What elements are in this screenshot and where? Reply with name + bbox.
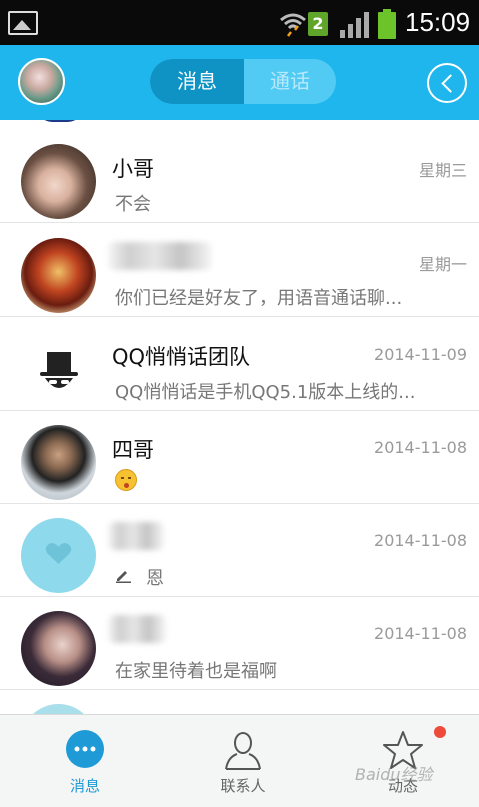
- contacts-icon: [225, 732, 261, 770]
- boy-avatar: [21, 611, 96, 686]
- chat-bubble-icon: [66, 730, 104, 768]
- man-avatar: [21, 425, 96, 500]
- grin-emoji: [115, 469, 137, 491]
- message-time: 星期一: [418, 255, 467, 274]
- heart-icon: [45, 543, 72, 564]
- message-time: 2014-11-09: [374, 345, 467, 364]
- conversation-list[interactable]: 小哥 星期三 不会 星期一 你们已经是好友了，用语音通话聊... QQ悄悄话团队…: [0, 120, 479, 714]
- wifi-icon: [280, 13, 306, 37]
- blurred-contact-name: [108, 522, 164, 550]
- message-preview: QQ悄悄话是手机QQ5.1版本上线的...: [115, 382, 416, 403]
- my-avatar[interactable]: [18, 58, 65, 105]
- message-preview: 不会: [115, 194, 151, 215]
- bottom-tab-bar: 消息 联系人 动态 Baidu经验: [0, 714, 479, 807]
- conversation-row[interactable]: 星期一 你们已经是好友了，用语音通话聊...: [0, 224, 479, 317]
- status-bar: 2 15:09: [0, 0, 479, 45]
- blurred-contact-name: [108, 615, 166, 643]
- contact-avatar: [21, 704, 96, 714]
- heart-avatar: [21, 518, 96, 593]
- tab-messages-bottom[interactable]: 消息: [35, 715, 135, 807]
- conversation-row[interactable]: QQ悄悄话团队 2014-11-09 QQ悄悄话是手机QQ5.1版本上线的...: [0, 318, 479, 411]
- clock: 15:09: [405, 7, 471, 37]
- back-button[interactable]: [427, 63, 467, 103]
- ironman-avatar: [21, 238, 96, 313]
- tab-label: 联系人: [220, 777, 266, 795]
- gallery-icon: [8, 11, 38, 35]
- message-preview: 在家里待着也是福啊: [115, 661, 277, 682]
- conversation-row[interactable]: 2014-11-08 在家里待着也是福啊: [0, 597, 479, 690]
- qq-whisper-avatar: [21, 332, 96, 407]
- contact-name: QQ悄悄话团队: [112, 345, 251, 369]
- blurred-contact-name: [108, 242, 212, 270]
- message-preview: 恩: [146, 568, 164, 589]
- notification-badge: [434, 726, 446, 738]
- contact-name: 小哥: [112, 157, 154, 181]
- sim-icon: 2: [308, 12, 328, 36]
- conversation-row[interactable]: 2014-11-08 恩: [0, 504, 479, 597]
- battery-icon: [378, 9, 396, 39]
- signal-icon: [340, 12, 369, 38]
- tab-messages[interactable]: 消息: [150, 59, 244, 104]
- conversation-row[interactable]: 小哥 星期三 不会: [0, 130, 479, 223]
- partial-avatar: [38, 120, 82, 122]
- message-time: 星期三: [418, 161, 467, 180]
- message-time: 2014-11-08: [374, 624, 467, 643]
- top-hat-icon: [40, 352, 78, 388]
- message-time: 2014-11-08: [374, 531, 467, 550]
- segment-control: 消息 通话: [150, 59, 336, 104]
- tab-label: 消息: [69, 777, 100, 795]
- tab-contacts[interactable]: 联系人: [193, 715, 293, 807]
- pencil-icon: [116, 571, 131, 583]
- tab-calls[interactable]: 通话: [244, 59, 336, 104]
- message-time: 2014-11-08: [374, 438, 467, 457]
- watermark: Baidu经验: [355, 765, 433, 784]
- message-preview: 你们已经是好友了，用语音通话聊...: [115, 288, 403, 309]
- contact-name: 四哥: [112, 438, 154, 462]
- app-header: 消息 通话: [0, 45, 479, 120]
- conversation-row[interactable]: 四哥 2014-11-08: [0, 411, 479, 504]
- dog-avatar: [21, 144, 96, 219]
- conversation-row[interactable]: [0, 690, 479, 714]
